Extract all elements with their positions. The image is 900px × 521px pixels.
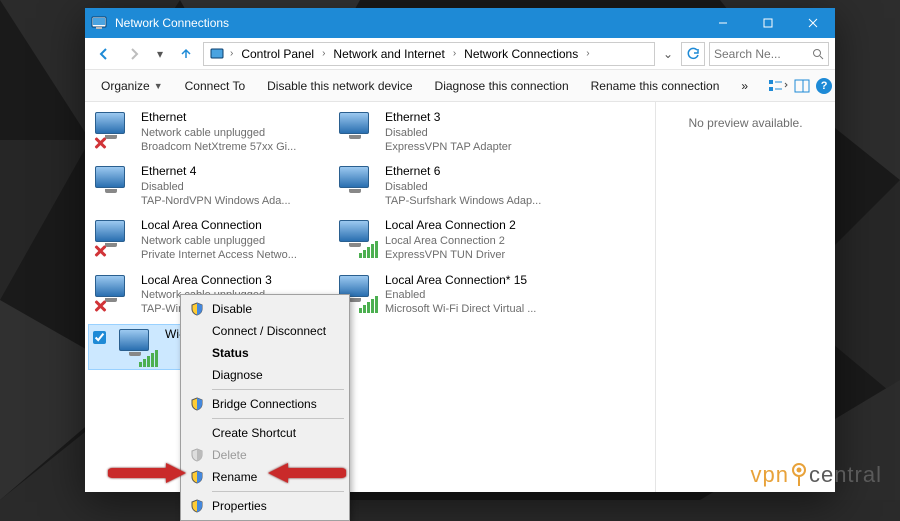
logo-text-1: vpn <box>750 462 788 488</box>
connection-item[interactable]: Ethernet 6DisabledTAP-Surfshark Windows … <box>333 162 553 210</box>
address-history-dropdown[interactable]: ⌄ <box>659 43 677 65</box>
connection-name: Ethernet 4 <box>141 164 305 180</box>
minimize-button[interactable] <box>700 8 745 38</box>
connection-item[interactable]: Ethernet 4DisabledTAP-NordVPN Windows Ad… <box>89 162 309 210</box>
breadcrumb-segment[interactable]: Control Panel <box>237 45 318 63</box>
network-connections-icon <box>85 15 113 31</box>
connection-status: Disabled <box>385 180 549 194</box>
connection-device: TAP-NordVPN Windows Ada... <box>141 194 305 208</box>
chevron-right-icon: › <box>584 48 591 59</box>
connection-name: Ethernet 3 <box>385 110 549 126</box>
connection-item[interactable]: Local Area Connection 2Local Area Connec… <box>333 216 553 264</box>
adapter-icon <box>337 110 377 150</box>
connection-device: TAP-Surfshark Windows Adap... <box>385 194 549 208</box>
connection-checkbox[interactable] <box>93 331 106 344</box>
adapter-icon <box>337 164 377 204</box>
chevron-right-icon: › <box>451 48 458 59</box>
breadcrumb-segment[interactable]: Network and Internet <box>329 45 448 63</box>
menu-separator <box>212 491 344 492</box>
location-icon <box>208 45 226 63</box>
rename-connection-button[interactable]: Rename this connection <box>583 75 728 97</box>
organize-button[interactable]: Organize▼ <box>93 75 171 97</box>
menu-status[interactable]: Status <box>184 342 346 364</box>
shield-icon <box>188 446 206 464</box>
address-bar: ▾ › Control Panel › Network and Internet… <box>85 38 835 70</box>
refresh-button[interactable] <box>681 42 705 66</box>
connection-item[interactable]: Local Area Connection* 15EnabledMicrosof… <box>333 271 553 319</box>
titlebar[interactable]: Network Connections <box>85 8 835 38</box>
shield-icon <box>188 300 206 318</box>
chevron-right-icon: › <box>320 48 327 59</box>
search-icon <box>812 48 824 60</box>
forward-button[interactable] <box>121 41 147 67</box>
preview-pane-button[interactable] <box>794 74 810 98</box>
connection-item[interactable]: Ethernet 3DisabledExpressVPN TAP Adapter <box>333 108 553 156</box>
help-button[interactable]: ? <box>816 74 832 98</box>
connection-name: Local Area Connection <box>141 218 305 234</box>
diagnose-connection-button[interactable]: Diagnose this connection <box>427 75 577 97</box>
connection-device: Microsoft Wi-Fi Direct Virtual ... <box>385 302 549 316</box>
menu-properties[interactable]: Properties <box>184 495 346 517</box>
window-title: Network Connections <box>113 16 700 30</box>
adapter-icon <box>93 218 133 258</box>
back-button[interactable] <box>91 41 117 67</box>
annotation-arrow-left <box>108 462 186 487</box>
menu-bridge[interactable]: Bridge Connections <box>184 393 346 415</box>
menu-shortcut[interactable]: Create Shortcut <box>184 422 346 444</box>
up-button[interactable] <box>173 41 199 67</box>
connection-name: Local Area Connection 2 <box>385 218 549 234</box>
menu-separator <box>212 418 344 419</box>
adapter-icon <box>93 164 133 204</box>
logo-text-2: central <box>809 462 882 488</box>
command-bar: Organize▼ Connect To Disable this networ… <box>85 70 835 102</box>
adapter-icon <box>93 273 133 313</box>
disable-device-button[interactable]: Disable this network device <box>259 75 420 97</box>
connection-status: Disabled <box>385 126 549 140</box>
breadcrumb-segment[interactable]: Network Connections <box>460 45 582 63</box>
preview-pane: No preview available. <box>655 102 835 492</box>
menu-separator <box>212 389 344 390</box>
breadcrumb[interactable]: › Control Panel › Network and Internet ›… <box>203 42 655 66</box>
connection-name: Ethernet <box>141 110 305 126</box>
view-options-button[interactable] <box>768 74 788 98</box>
connection-device: ExpressVPN TAP Adapter <box>385 140 549 154</box>
history-dropdown[interactable]: ▾ <box>151 43 169 65</box>
preview-text: No preview available. <box>666 116 825 130</box>
connection-device: Private Internet Access Netwo... <box>141 248 305 262</box>
connection-status: Network cable unplugged <box>141 126 305 140</box>
connection-status: Enabled <box>385 288 549 302</box>
menu-diagnose[interactable]: Diagnose <box>184 364 346 386</box>
connection-device: ExpressVPN TUN Driver <box>385 248 549 262</box>
watermark-logo: vpn central <box>750 462 882 488</box>
connection-status: Disabled <box>141 180 305 194</box>
connection-item[interactable]: Local Area ConnectionNetwork cable unplu… <box>89 216 309 264</box>
caret-down-icon: ▼ <box>154 81 163 91</box>
adapter-icon <box>117 327 157 367</box>
chevron-right-icon: › <box>228 48 235 59</box>
connection-status: Network cable unplugged <box>141 234 305 248</box>
search-box[interactable] <box>709 42 829 66</box>
menu-connect[interactable]: Connect / Disconnect <box>184 320 346 342</box>
connection-device: Broadcom NetXtreme 57xx Gi... <box>141 140 305 154</box>
shield-icon <box>188 468 206 486</box>
pin-icon <box>791 463 807 487</box>
maximize-button[interactable] <box>745 8 790 38</box>
connection-item[interactable]: EthernetNetwork cable unpluggedBroadcom … <box>89 108 309 156</box>
connection-list[interactable]: EthernetNetwork cable unpluggedBroadcom … <box>85 102 655 492</box>
adapter-icon <box>93 110 133 150</box>
connect-to-button[interactable]: Connect To <box>177 75 254 97</box>
adapter-icon <box>337 218 377 258</box>
search-input[interactable] <box>714 47 808 61</box>
connection-name: Local Area Connection 3 <box>141 273 305 289</box>
connection-name: Ethernet 6 <box>385 164 549 180</box>
connection-status: Local Area Connection 2 <box>385 234 549 248</box>
connection-name: Local Area Connection* 15 <box>385 273 549 289</box>
shield-icon <box>188 395 206 413</box>
annotation-arrow-right <box>268 462 346 487</box>
overflow-button[interactable]: » <box>733 75 756 97</box>
menu-disable[interactable]: Disable <box>184 298 346 320</box>
close-button[interactable] <box>790 8 835 38</box>
